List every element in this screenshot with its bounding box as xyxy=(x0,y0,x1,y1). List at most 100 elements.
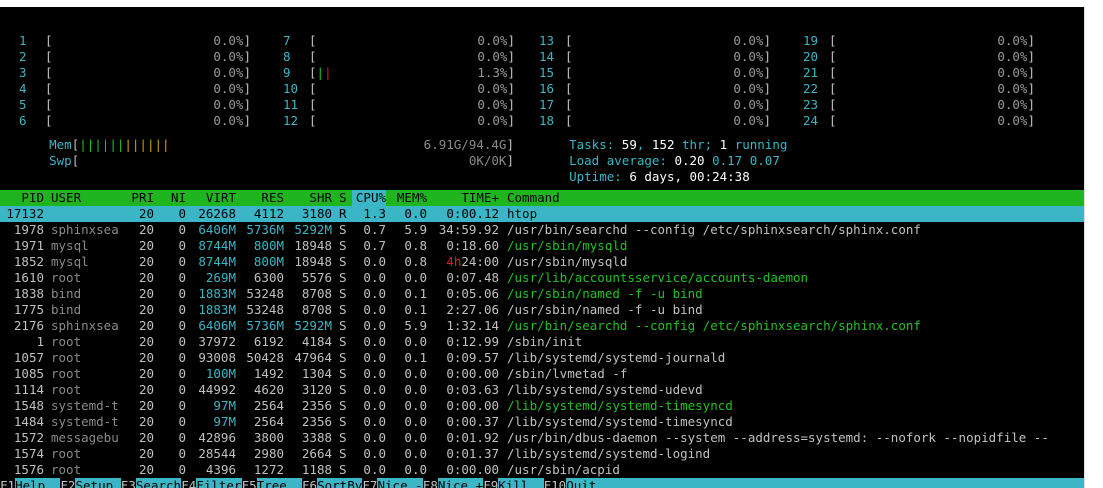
process-row[interactable]: 1085 root 20 0 100M 1492 1304 S 0.0 0.0 0:00.00/sb… xyxy=(0,366,1084,382)
fkey-f4[interactable]: F4 xyxy=(181,478,197,488)
fkey-f2[interactable]: F2 xyxy=(60,478,76,488)
cell-ni: 0 xyxy=(178,414,186,429)
process-row[interactable]: 1 root 20 0 37972 6192 4184 S 0.0 0.0 0:12.99/sbin… xyxy=(0,334,1084,350)
cell-pid: 1971 xyxy=(13,238,44,253)
process-row[interactable]: 1548 systemd-t 20 0 97M 2564 2356 S 0.0 0.0 0:00.0… xyxy=(0,398,1084,414)
fkey-label-nice-[interactable]: Nice - xyxy=(378,478,423,488)
fkey-label-filter[interactable]: Filter xyxy=(196,478,241,488)
cell-shr: 18948 xyxy=(294,238,332,253)
cell-mem: 0.0 xyxy=(404,430,427,445)
fkey-f10[interactable]: F10 xyxy=(543,478,567,488)
cell-mem: 0.1 xyxy=(404,350,427,365)
fkey-f5[interactable]: F5 xyxy=(241,478,257,488)
fkey-label-nice-[interactable]: Nice + xyxy=(438,478,483,488)
col-time[interactable]: TIME+ xyxy=(428,190,499,206)
meter-bracket-close: ] xyxy=(1027,97,1035,112)
cell-s: S xyxy=(339,366,347,381)
cell-time: 4h24:00 xyxy=(428,254,499,270)
col-pri[interactable]: PRI xyxy=(130,190,154,206)
col-res[interactable]: RES xyxy=(236,190,284,206)
cell-virt: 97M xyxy=(213,414,236,429)
cell-cmd: /usr/bin/searchd --config /etc/sphinxsea… xyxy=(507,222,921,237)
fkey-label-tree[interactable]: Tree xyxy=(257,478,287,488)
process-row[interactable]: 1852 mysql 20 0 8744M 800M 18948 S 0.0 0.8 4h24:00… xyxy=(0,254,1084,270)
fkey-f9[interactable]: F9 xyxy=(483,478,499,488)
fkey-f3[interactable]: F3 xyxy=(120,478,136,488)
col-mem[interactable]: MEM% xyxy=(391,190,427,206)
process-row[interactable]: 1057 root 20 0 93008 50428 47964 S 0.0 0.1 0:09.57… xyxy=(0,350,1084,366)
fkey-label-setup[interactable]: Setup xyxy=(76,478,114,488)
cell-res: 1492 xyxy=(253,366,284,381)
cell-user: bind xyxy=(51,302,82,317)
col-ni[interactable]: NI xyxy=(166,190,186,206)
cpu-percent: 0.0%] xyxy=(477,97,515,113)
cell-user: sphinxsea xyxy=(51,222,119,237)
cpu-id: 20 xyxy=(803,49,819,64)
cpu-percent: 0.0%] xyxy=(733,33,771,49)
cpu-percent-value: 0.0% xyxy=(733,65,764,80)
cell-s: S xyxy=(339,334,347,349)
process-row[interactable]: 1574 root 20 0 28544 2980 2664 S 0.0 0.0 0:01.37/l… xyxy=(0,446,1084,462)
fkey-f8[interactable]: F8 xyxy=(422,478,438,488)
cell-time: 34:59.92 xyxy=(438,222,499,237)
fkey-label-kill[interactable]: Kill xyxy=(498,478,528,488)
cell-pid: 1114 xyxy=(13,382,44,397)
process-row[interactable]: 1576 root 20 0 4396 1272 1188 S 0.0 0.0 0:00.00/us… xyxy=(0,462,1084,478)
process-row[interactable]: 1610 root 20 0 269M 6300 5576 S 0.0 0.0 0:07.48/us… xyxy=(0,270,1084,286)
process-row[interactable]: 1114 root 20 0 44992 4620 3120 S 0.0 0.0 0:03.63/l… xyxy=(0,382,1084,398)
meter-bracket-open: [ xyxy=(565,81,573,96)
cpu-percent-value: 0.0% xyxy=(997,97,1028,112)
cpu-meter-19: 19 [0.0%] xyxy=(803,33,1035,49)
cell-pri: 20 xyxy=(138,286,154,301)
fkey-label-help[interactable]: Help xyxy=(15,478,45,488)
col-user[interactable]: USER xyxy=(51,190,81,206)
fkey-f1[interactable]: F1 xyxy=(0,478,16,488)
cell-pid: 1852 xyxy=(13,254,44,269)
col-cpu[interactable]: CPU% xyxy=(352,190,386,206)
cell-time: 2:27.06 xyxy=(446,302,499,317)
mem-bar-cache: |||||| xyxy=(124,137,170,152)
fkey-f6[interactable]: F6 xyxy=(302,478,318,488)
meter-bracket-open: [ xyxy=(565,33,573,48)
cell-shr: 2664 xyxy=(301,446,332,461)
process-row[interactable]: 1572 messagebu 20 0 42896 3800 3388 S 0.0 0.0 0:01… xyxy=(0,430,1084,446)
cpu-id: 10 xyxy=(283,81,299,96)
fkey-label-quit[interactable]: Quit xyxy=(566,478,596,488)
cell-cpu: 0.0 xyxy=(363,462,386,477)
window-scrollbar[interactable] xyxy=(1084,7,1103,488)
cell-mem: 0.0 xyxy=(404,414,427,429)
cell-res: 800M xyxy=(253,254,284,269)
process-row[interactable]: 1484 systemd-t 20 0 97M 2564 2356 S 0.0 0.0 0:00.3… xyxy=(0,414,1084,430)
meter-bracket-close: ] xyxy=(1027,33,1035,48)
cell-cmd: /usr/bin/dbus-daemon --system --address=… xyxy=(507,430,1049,445)
col-s[interactable]: S xyxy=(339,190,347,206)
uptime-label: Uptime: xyxy=(569,169,630,184)
col-shr[interactable]: SHR xyxy=(284,190,332,206)
cell-mem: 0.0 xyxy=(404,206,427,221)
cpu-id: 1 xyxy=(19,33,27,48)
cpu-percent: 0.0%] xyxy=(213,49,251,65)
process-row[interactable]: 2176 sphinxsea 20 0 6406M 5736M 5292M S 0.0 5.9 1:… xyxy=(0,318,1084,334)
col-pid[interactable]: PID xyxy=(0,190,44,206)
col-virt[interactable]: VIRT xyxy=(188,190,236,206)
meter-bracket-close: ] xyxy=(243,65,251,80)
cell-pri: 20 xyxy=(138,254,154,269)
cell-virt: 93008 xyxy=(198,350,236,365)
cell-virt: 8744M xyxy=(198,254,236,269)
col-command[interactable]: Command xyxy=(507,190,560,206)
cell-shr: 2356 xyxy=(301,398,332,413)
cell-cpu: 0.7 xyxy=(363,222,386,237)
process-row[interactable]: 1775 bind 20 0 1883M 53248 8708 S 0.0 0.1 2:27.06 /… xyxy=(0,302,1084,318)
cell-cmd: /usr/sbin/named -f -u bind xyxy=(507,302,703,317)
cell-pid: 1775 xyxy=(13,302,44,317)
fkey-f7[interactable]: F7 xyxy=(362,478,378,488)
process-row[interactable]: 1838 bind 20 0 1883M 53248 8708 S 0.0 0.1 0:05.06 /… xyxy=(0,286,1084,302)
tasks-stat: Tasks: 59, 152 thr; 1 running xyxy=(539,121,787,152)
fkey-label-sortby[interactable]: SortBy xyxy=(317,478,362,488)
process-row[interactable]: 1978 sphinxsea 20 0 6406M 5736M 5292M S 0.7 5.9 34… xyxy=(0,222,1084,238)
process-row[interactable]: 17132 20 0 26268 4112 3180 R 1.3 0.0 0:00.12 htop xyxy=(0,206,1084,222)
process-row[interactable]: 1971 mysql 20 0 8744M 800M 18948 S 0.7 0.8 0:18.60… xyxy=(0,238,1084,254)
fkey-label-search[interactable]: Search xyxy=(136,478,181,488)
cpu-id: 11 xyxy=(283,97,299,112)
meter-bracket-close: ] xyxy=(507,49,515,64)
